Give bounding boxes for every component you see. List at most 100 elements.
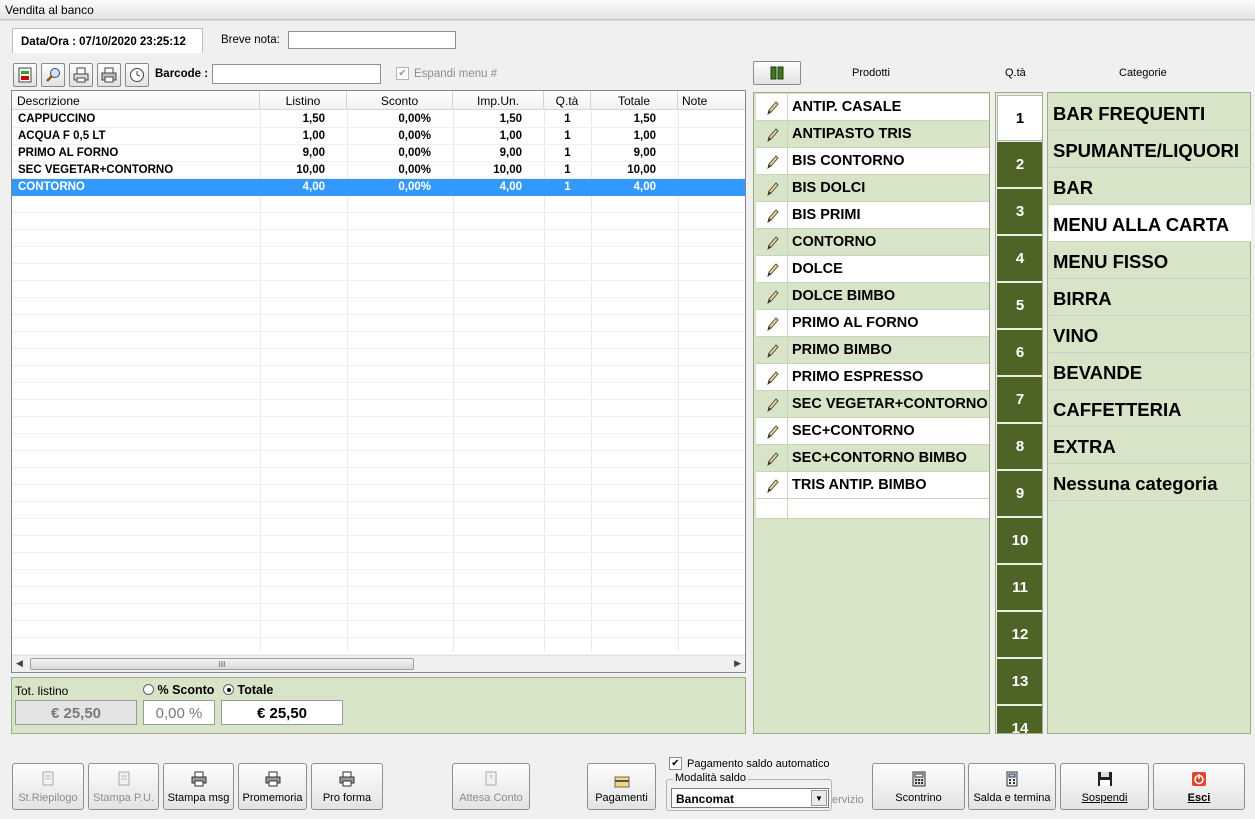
product-edit-button[interactable] [756, 445, 788, 472]
quantity-button-1[interactable]: 1 [997, 95, 1042, 141]
product-edit-button[interactable] [756, 310, 788, 337]
product-item[interactable]: CONTORNO [756, 229, 989, 256]
horizontal-scrollbar[interactable]: ◀ III ▶ [12, 655, 745, 672]
attesa-conto-button[interactable]: Attesa Conto [452, 763, 530, 810]
quantity-button-9[interactable]: 9 [997, 471, 1042, 517]
quantity-button-8[interactable]: 8 [997, 424, 1042, 470]
category-item[interactable]: BAR FREQUENTI [1049, 94, 1251, 131]
toolbar-new-button[interactable] [13, 63, 37, 87]
quantity-button-4[interactable]: 4 [997, 236, 1042, 282]
product-edit-button[interactable] [756, 472, 788, 499]
quantity-button-10[interactable]: 10 [997, 518, 1042, 564]
col-qta[interactable]: Q.tà [544, 91, 591, 110]
barcode-toggle-button[interactable] [753, 61, 801, 85]
table-row[interactable]: PRIMO AL FORNO 9,00 0,00% 9,00 1 9,00 [12, 145, 745, 162]
product-item[interactable]: SEC+CONTORNO BIMBO [756, 445, 989, 472]
quantity-button-14[interactable]: 14 [997, 706, 1042, 733]
table-row[interactable]: CAPPUCCINO 1,50 0,00% 1,50 1 1,50 [12, 111, 745, 128]
quantity-button-11[interactable]: 11 [997, 565, 1042, 611]
category-item[interactable]: Nessuna categoria [1049, 464, 1251, 501]
col-listino[interactable]: Listino [260, 91, 347, 110]
product-item[interactable]: BIS CONTORNO [756, 148, 989, 175]
col-note[interactable]: Note [678, 91, 745, 110]
quantity-button-2[interactable]: 2 [997, 142, 1042, 188]
col-descrizione[interactable]: Descrizione [12, 91, 260, 110]
quantity-button-12[interactable]: 12 [997, 612, 1042, 658]
quantity-button-6[interactable]: 6 [997, 330, 1042, 376]
category-item[interactable]: MENU ALLA CARTA [1049, 205, 1251, 242]
category-item[interactable]: BEVANDE [1049, 353, 1251, 390]
col-sconto[interactable]: Sconto [347, 91, 453, 110]
category-item[interactable]: CAFFETTERIA [1049, 390, 1251, 427]
product-item[interactable]: PRIMO BIMBO [756, 337, 989, 364]
scroll-left-icon[interactable]: ◀ [16, 658, 23, 669]
product-edit-button[interactable] [756, 418, 788, 445]
product-edit-button[interactable] [756, 202, 788, 229]
stampa-pu-button[interactable]: Stampa P.U. [88, 763, 159, 810]
col-imp-un[interactable]: Imp.Un. [453, 91, 544, 110]
stampa-msg-button[interactable]: Stampa msg [163, 763, 234, 810]
product-edit-button[interactable] [756, 391, 788, 418]
sales-grid[interactable]: Descrizione Listino Sconto Imp.Un. Q.tà … [11, 90, 746, 673]
category-item[interactable]: EXTRA [1049, 427, 1251, 464]
product-item[interactable]: SEC VEGETAR+CONTORNO [756, 391, 989, 418]
category-item[interactable]: SPUMANTE/LIQUORI [1049, 131, 1251, 168]
quantity-button-3[interactable]: 3 [997, 189, 1042, 235]
toolbar-print-button[interactable] [97, 63, 121, 87]
product-edit-button[interactable] [756, 256, 788, 283]
product-edit-button[interactable] [756, 148, 788, 175]
toolbar-clock-button[interactable] [125, 63, 149, 87]
product-item[interactable]: ANTIP. CASALE [756, 94, 989, 121]
product-item[interactable]: DOLCE [756, 256, 989, 283]
scroll-right-icon[interactable]: ▶ [734, 658, 741, 669]
expand-menu-checkbox[interactable]: ✔ Espandi menu # [396, 67, 497, 80]
category-item[interactable]: MENU FISSO [1049, 242, 1251, 279]
col-totale[interactable]: Totale [591, 91, 678, 110]
pro-forma-button[interactable]: Pro forma [311, 763, 383, 810]
promemoria-button[interactable]: Promemoria [238, 763, 307, 810]
product-item[interactable]: BIS PRIMI [756, 202, 989, 229]
barcode-input[interactable] [212, 64, 381, 84]
category-item[interactable]: VINO [1049, 316, 1251, 353]
product-item[interactable]: PRIMO AL FORNO [756, 310, 989, 337]
product-item[interactable]: DOLCE BIMBO [756, 283, 989, 310]
quantity-button-7[interactable]: 7 [997, 377, 1042, 423]
totale-value[interactable]: € 25,50 [221, 700, 343, 725]
category-item[interactable]: BAR [1049, 168, 1251, 205]
product-edit-button[interactable] [756, 229, 788, 256]
scroll-thumb[interactable]: III [30, 658, 414, 670]
salda-termina-button[interactable]: Salda e termina [968, 763, 1056, 810]
pagamento-auto-checkbox[interactable]: ✔ Pagamento saldo automatico [669, 757, 829, 770]
product-edit-button[interactable] [756, 364, 788, 391]
toolbar-print-preview-button[interactable] [69, 63, 93, 87]
product-edit-button[interactable] [756, 283, 788, 310]
quantity-button-5[interactable]: 5 [997, 283, 1042, 329]
product-item[interactable]: PRIMO ESPRESSO [756, 364, 989, 391]
table-row[interactable]: ACQUA F 0,5 LT 1,00 0,00% 1,00 1 1,00 [12, 128, 745, 145]
product-edit-button[interactable] [756, 337, 788, 364]
sconto-value[interactable]: 0,00 % [143, 700, 215, 725]
product-edit-button[interactable] [756, 175, 788, 202]
servizio-label[interactable]: ervizio [832, 794, 864, 806]
product-item[interactable]: ANTIPASTO TRIS [756, 121, 989, 148]
product-edit-button[interactable] [756, 121, 788, 148]
table-row[interactable]: CONTORNO 4,00 0,00% 4,00 1 4,00 [12, 179, 745, 196]
sospendi-button[interactable]: Sospendi [1060, 763, 1149, 810]
scontrino-button[interactable]: Scontrino [872, 763, 965, 810]
modalita-saldo-select[interactable]: Bancomat ▼ [671, 788, 829, 808]
st-riepilogo-button[interactable]: St.Riepilogo [12, 763, 84, 810]
table-row[interactable]: SEC VEGETAR+CONTORNO 10,00 0,00% 10,00 1 10,0… [12, 162, 745, 179]
product-item[interactable]: SEC+CONTORNO [756, 418, 989, 445]
sconto-radio[interactable]: % Sconto [143, 683, 214, 697]
product-edit-button[interactable] [756, 94, 788, 121]
product-item[interactable]: BIS DOLCI [756, 175, 989, 202]
pagamenti-button[interactable]: Pagamenti [587, 763, 656, 810]
chevron-down-icon[interactable]: ▼ [811, 790, 827, 806]
category-item[interactable]: BIRRA [1049, 279, 1251, 316]
esci-button[interactable]: Esci [1153, 763, 1245, 810]
quantity-button-13[interactable]: 13 [997, 659, 1042, 705]
toolbar-search-button[interactable] [41, 63, 65, 87]
totale-radio[interactable]: Totale [223, 683, 273, 697]
product-item[interactable]: TRIS ANTIP. BIMBO [756, 472, 989, 499]
note-input[interactable] [288, 31, 456, 49]
